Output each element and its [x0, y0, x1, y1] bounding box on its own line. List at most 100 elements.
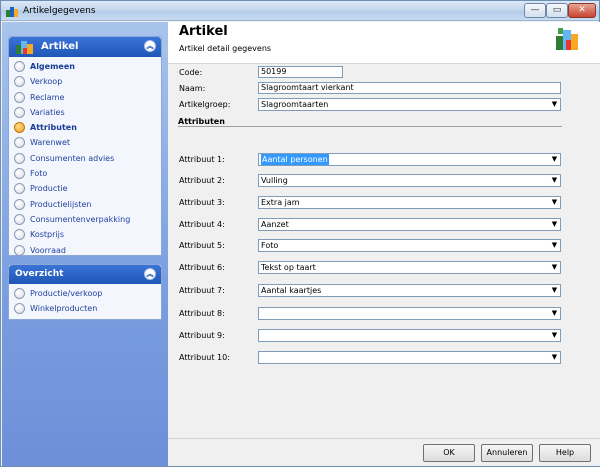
attribuut-3-label: Attribuut 3:: [179, 198, 225, 207]
attribuut-2-select[interactable]: Vulling ▼: [258, 174, 561, 187]
radio-icon: [14, 168, 25, 180]
chevron-down-icon[interactable]: ▼: [550, 198, 559, 207]
sidebar-item-algemeen[interactable]: Algemeen: [9, 60, 161, 75]
section-divider: [178, 126, 562, 127]
chevron-down-icon[interactable]: ▼: [550, 100, 559, 109]
naam-label: Naam:: [179, 84, 206, 93]
collapse-icon[interactable]: ︽: [144, 268, 156, 280]
artikel-panel: Artikel ︽ Algemeen Verkoop Reclame Varia…: [8, 36, 162, 256]
sidebar: Artikel ︽ Algemeen Verkoop Reclame Varia…: [2, 22, 168, 466]
attribuut-6-select[interactable]: Tekst op taart ▼: [258, 261, 561, 274]
sidebar-item-label: Consumenten advies: [30, 153, 115, 163]
attribuut-8-select[interactable]: ▼: [258, 307, 561, 320]
chevron-down-icon[interactable]: ▼: [550, 286, 559, 295]
sidebar-item-productie[interactable]: Productie: [9, 182, 161, 197]
sidebar-item-label: Productie/verkoop: [30, 289, 103, 298]
attribuut-5-value: Foto: [261, 241, 279, 250]
chevron-down-icon[interactable]: ▼: [550, 309, 559, 318]
attribuut-1-value: Aantal personen: [261, 154, 329, 165]
attribuut-9-label: Attribuut 9:: [179, 331, 225, 340]
code-field[interactable]: 50199: [258, 66, 343, 78]
app-icon: [6, 7, 18, 17]
radio-icon: [14, 76, 25, 88]
overzicht-nav-list: Productie/verkoop Winkelproducten: [9, 287, 161, 318]
sidebar-item-kostprijs[interactable]: Kostprijs: [9, 228, 161, 243]
radio-icon: [14, 229, 25, 241]
attribuut-4-label: Attribuut 4:: [179, 220, 225, 229]
sidebar-item-productielijsten[interactable]: Productielijsten: [9, 198, 161, 213]
radio-icon: [14, 61, 25, 72]
sidebar-item-label: Algemeen: [30, 62, 75, 71]
sidebar-item-winkelproducten[interactable]: Winkelproducten: [9, 302, 161, 317]
dialog-window: Artikelgegevens — ▭ ✕ Artikel ︽ Algemeen…: [0, 0, 600, 467]
artikelgroep-label: Artikelgroep:: [179, 100, 231, 109]
sidebar-item-attributen[interactable]: Attributen: [9, 121, 161, 136]
sidebar-item-voorraad[interactable]: Voorraad: [9, 244, 161, 259]
sidebar-item-label: Voorraad: [30, 245, 66, 255]
overzicht-panel-title: Overzicht: [15, 269, 64, 279]
radio-icon: [14, 288, 25, 299]
close-button[interactable]: ✕: [568, 3, 596, 18]
attribuut-3-select[interactable]: Extra jam ▼: [258, 196, 561, 209]
artikel-nav-list: Algemeen Verkoop Reclame Variaties Attri…: [9, 60, 161, 259]
radio-icon: [14, 244, 25, 256]
collapse-icon[interactable]: ︽: [144, 40, 156, 52]
artikelgroep-select[interactable]: Slagroomtaarten ▼: [258, 98, 561, 111]
maximize-button[interactable]: ▭: [546, 3, 568, 18]
overzicht-panel-header[interactable]: Overzicht ︽: [9, 265, 161, 284]
artikel-panel-title: Artikel: [41, 41, 79, 52]
chevron-down-icon[interactable]: ▼: [550, 220, 559, 229]
naam-field[interactable]: Slagroomtaart vierkant: [258, 82, 561, 94]
sidebar-item-consumenten-advies[interactable]: Consumenten advies: [9, 152, 161, 167]
radio-icon: [14, 183, 25, 195]
attribuut-5-select[interactable]: Foto ▼: [258, 239, 561, 252]
attribuut-6-label: Attribuut 6:: [179, 263, 225, 272]
sidebar-item-productie-verkoop[interactable]: Productie/verkoop: [9, 287, 161, 302]
sidebar-item-label: Variaties: [30, 107, 65, 117]
attribuut-9-select[interactable]: ▼: [258, 329, 561, 342]
title-bar[interactable]: Artikelgegevens — ▭ ✕: [1, 1, 599, 21]
attribuut-1-select[interactable]: Aantal personen ▼: [258, 153, 561, 166]
sidebar-item-reclame[interactable]: Reclame: [9, 91, 161, 106]
attribuut-7-select[interactable]: Aantal kaartjes ▼: [258, 284, 561, 297]
chevron-down-icon[interactable]: ▼: [550, 331, 559, 340]
sidebar-item-warenwet[interactable]: Warenwet: [9, 136, 161, 151]
artikelgroep-value: Slagroomtaarten: [261, 100, 329, 109]
attribuut-10-select[interactable]: ▼: [258, 351, 561, 364]
radio-icon: [14, 152, 25, 164]
chevron-down-icon[interactable]: ▼: [550, 353, 559, 362]
page-header: Artikel Artikel detail gegevens: [168, 22, 600, 64]
radio-icon: [14, 106, 25, 118]
attribuut-4-select[interactable]: Aanzet ▼: [258, 218, 561, 231]
artikel-icon: [16, 41, 33, 54]
main-content: Artikel Artikel detail gegevens Code: 50…: [168, 22, 600, 438]
chevron-down-icon[interactable]: ▼: [550, 263, 559, 272]
chevron-down-icon[interactable]: ▼: [550, 241, 559, 250]
attribuut-1-label: Attribuut 1:: [179, 155, 225, 164]
ok-button[interactable]: OK: [423, 444, 475, 462]
window-title: Artikelgegevens: [23, 6, 96, 16]
overzicht-panel: Overzicht ︽ Productie/verkoop Winkelprod…: [8, 264, 162, 320]
attribuut-7-label: Attribuut 7:: [179, 286, 225, 295]
sidebar-item-label: Warenwet: [30, 138, 71, 148]
attribuut-7-value: Aantal kaartjes: [261, 286, 322, 295]
artikel-logo-icon: [556, 28, 578, 50]
radio-icon: [14, 198, 25, 210]
cancel-button[interactable]: Annuleren: [481, 444, 533, 462]
artikel-panel-header[interactable]: Artikel ︽: [9, 37, 161, 57]
sidebar-item-label: Verkoop: [30, 77, 63, 87]
sidebar-item-verkoop[interactable]: Verkoop: [9, 75, 161, 90]
sidebar-item-label: Kostprijs: [30, 230, 65, 240]
section-title: Attributen: [178, 117, 225, 126]
radio-selected-icon: [14, 122, 25, 134]
chevron-down-icon[interactable]: ▼: [550, 176, 559, 185]
minimize-button[interactable]: —: [524, 3, 546, 18]
chevron-down-icon[interactable]: ▼: [550, 155, 559, 164]
sidebar-item-foto[interactable]: Foto: [9, 167, 161, 182]
sidebar-item-variaties[interactable]: Variaties: [9, 106, 161, 121]
attribuut-2-label: Attribuut 2:: [179, 176, 225, 185]
help-button[interactable]: Help: [539, 444, 591, 462]
page-subtitle: Artikel detail gegevens: [179, 44, 272, 53]
sidebar-item-label: Reclame: [30, 92, 65, 102]
sidebar-item-consumentenverpakking[interactable]: Consumentenverpakking: [9, 213, 161, 228]
